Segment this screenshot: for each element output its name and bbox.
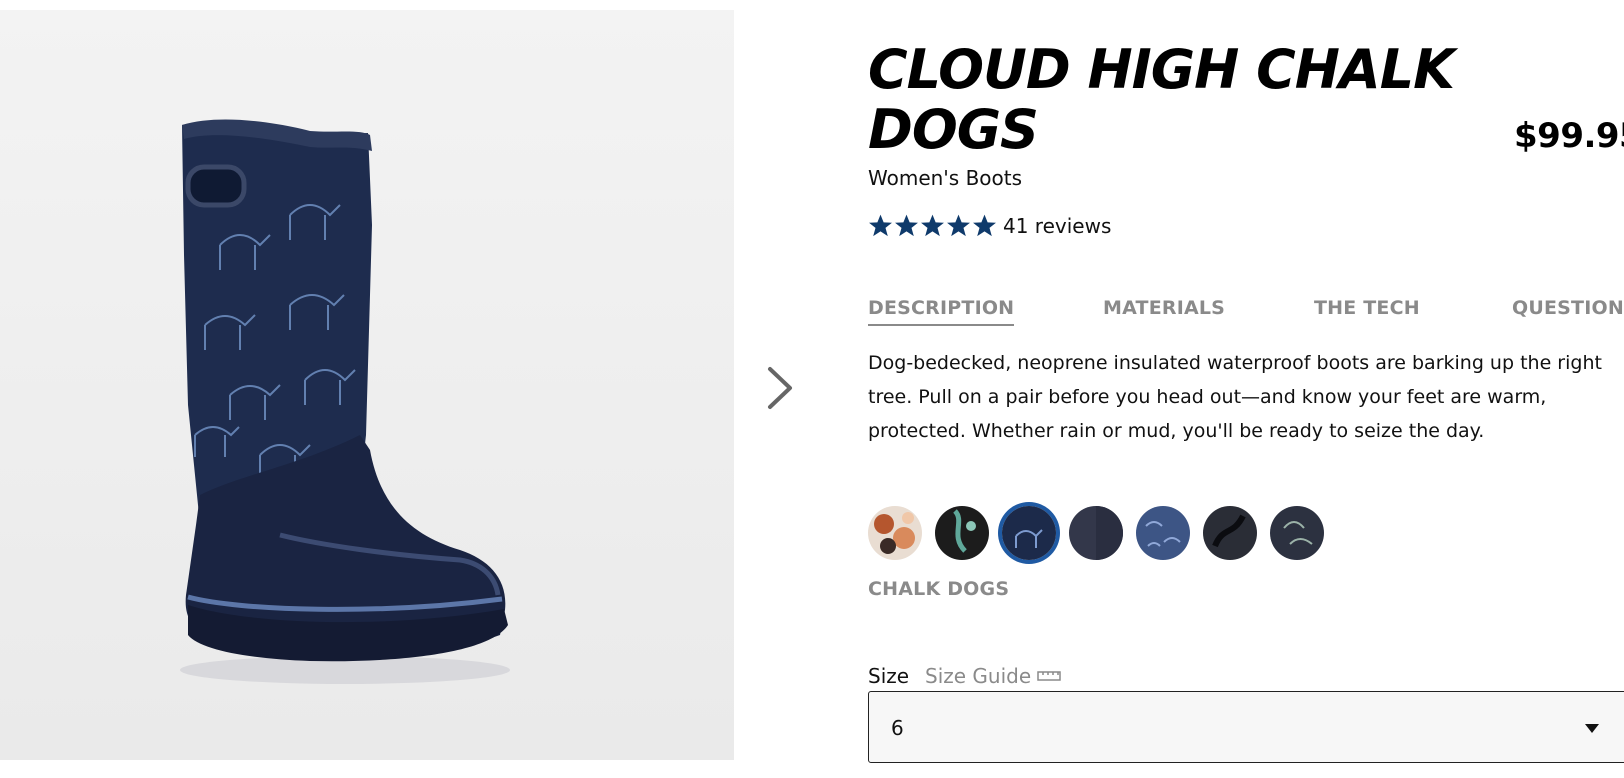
color-swatches (868, 506, 1328, 560)
star-icon (947, 214, 970, 237)
size-selected-value: 6 (891, 716, 904, 740)
rating: 41 reviews (868, 213, 1111, 238)
tab-materials[interactable]: MATERIALS (1103, 297, 1225, 324)
tab-description[interactable]: DESCRIPTION (868, 297, 1015, 326)
tab-questions[interactable]: QUESTIONS (1512, 297, 1624, 324)
color-swatch[interactable] (1270, 506, 1324, 560)
product-category: Women's Boots (868, 166, 1023, 190)
size-guide-label: Size Guide (925, 664, 1032, 688)
ruler-icon (1037, 671, 1061, 681)
star-icon (895, 214, 918, 237)
color-swatch[interactable] (1203, 506, 1257, 560)
caret-down-icon (1585, 724, 1599, 733)
product-description: Dog-bedecked, neoprene insulated waterpr… (868, 352, 1602, 442)
boot-image (180, 119, 510, 684)
next-image-button[interactable] (760, 362, 800, 414)
product-tabs: DESCRIPTION MATERIALS THE TECH QUESTIONS (868, 297, 1624, 331)
star-icon (973, 214, 996, 237)
size-label: Size (868, 664, 910, 688)
product-image (0, 10, 734, 760)
size-dropdown[interactable]: 6 (868, 691, 1624, 763)
selected-color-name: CHALK DOGS (868, 578, 1010, 600)
tab-the-tech[interactable]: THE TECH (1314, 297, 1420, 324)
star-rating (868, 213, 997, 238)
color-swatch[interactable] (1136, 506, 1190, 560)
star-icon (921, 214, 944, 237)
chevron-right-icon (768, 367, 792, 409)
color-swatch[interactable] (1069, 506, 1123, 560)
product-price: $99.95 (1514, 116, 1624, 156)
size-guide-link[interactable]: Size Guide (925, 664, 1061, 688)
reviews-link[interactable]: 41 reviews (1003, 214, 1111, 238)
color-swatch[interactable] (935, 506, 989, 560)
color-swatch[interactable] (868, 506, 922, 560)
star-icon (869, 214, 892, 237)
color-swatch-selected[interactable] (1002, 506, 1056, 560)
product-title: CLOUD HIGH CHALK DOGS (868, 38, 1455, 161)
